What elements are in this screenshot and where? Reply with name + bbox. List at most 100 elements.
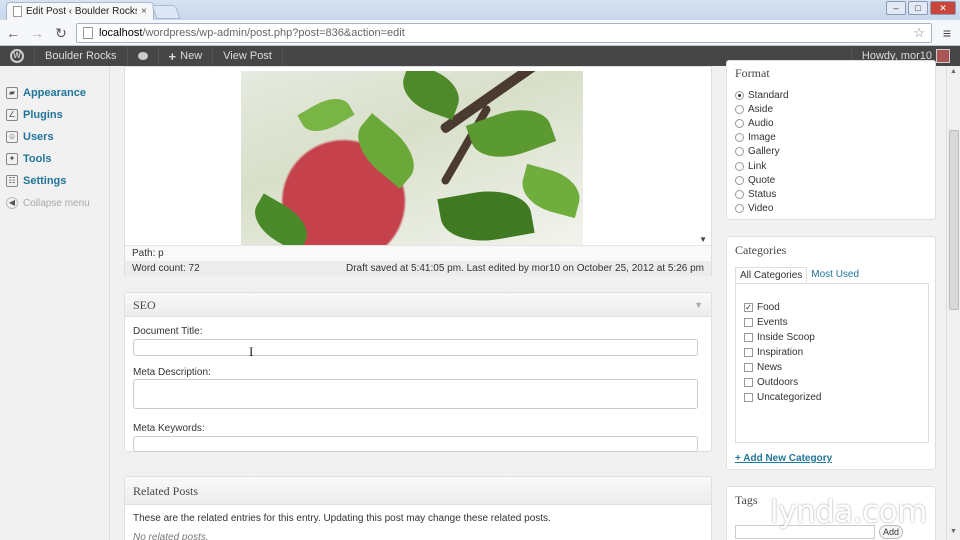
new-content-button[interactable]: + New — [159, 46, 214, 66]
menu-label: Settings — [23, 175, 67, 187]
checkbox[interactable] — [744, 363, 753, 372]
word-count: Word count: 72 — [132, 263, 200, 274]
format-option-image[interactable]: Image — [727, 131, 935, 145]
format-option-aside[interactable]: Aside — [727, 102, 935, 116]
radio-button[interactable] — [735, 204, 744, 214]
browser-tab[interactable]: Edit Post ‹ Boulder Rocks — × — [6, 2, 154, 20]
checkbox[interactable]: ✓ — [744, 303, 753, 312]
toggle-arrow-icon[interactable]: ▼ — [694, 293, 703, 317]
radio-button[interactable] — [735, 161, 744, 171]
menu-item-tools[interactable]: ✦ Tools — [0, 148, 109, 170]
url-text[interactable]: localhost/wordpress/wp-admin/post.php?po… — [99, 27, 907, 39]
menu-item-plugins[interactable]: ∠ Plugins — [0, 104, 109, 126]
leaf-shape — [246, 193, 316, 245]
category-label: Inside Scoop — [757, 332, 815, 343]
meta-description-label: Meta Description: — [133, 367, 211, 378]
radio-button[interactable] — [735, 175, 744, 185]
category-food[interactable]: ✓ Food — [744, 300, 928, 315]
menu-item-appearance[interactable]: ▰ Appearance — [0, 82, 109, 104]
meta-description-textarea[interactable] — [133, 379, 698, 409]
format-option-gallery[interactable]: Gallery — [727, 145, 935, 159]
minimize-button[interactable]: – — [886, 1, 906, 15]
category-inside-scoop[interactable]: Inside Scoop — [744, 330, 928, 345]
format-option-link[interactable]: Link — [727, 159, 935, 173]
radio-button[interactable] — [735, 189, 744, 199]
radio-button[interactable] — [735, 133, 744, 143]
wp-logo-button[interactable]: W — [0, 46, 35, 66]
format-option-status[interactable]: Status — [727, 187, 935, 201]
tab-all-categories[interactable]: All Categories — [735, 267, 808, 283]
scroll-down-icon[interactable]: ▼ — [950, 528, 957, 535]
url-host: localhost — [99, 26, 143, 39]
browser-menu-icon[interactable]: ≡ — [938, 25, 956, 41]
format-option-standard[interactable]: Standard — [727, 88, 935, 102]
format-option-video[interactable]: Video — [727, 202, 935, 216]
browser-tabbar: Edit Post ‹ Boulder Rocks — × – □ ✕ — [0, 0, 960, 20]
category-uncategorized[interactable]: Uncategorized — [744, 390, 928, 405]
checkbox[interactable] — [744, 348, 753, 357]
tab-most-used[interactable]: Most Used — [807, 267, 863, 283]
plugins-icon: ∠ — [6, 109, 18, 121]
view-post-link[interactable]: View Post — [213, 46, 283, 66]
text-cursor-icon: I — [249, 344, 254, 359]
radio-button[interactable] — [735, 104, 744, 114]
collapse-label: Collapse menu — [23, 197, 90, 209]
leaf-shape — [395, 71, 467, 121]
radio-label: Status — [748, 188, 777, 200]
radio-button[interactable] — [735, 90, 744, 100]
radio-button[interactable] — [735, 118, 744, 128]
checkbox[interactable] — [744, 318, 753, 327]
category-outdoors[interactable]: Outdoors — [744, 375, 928, 390]
radio-label: Image — [748, 132, 776, 144]
scroll-up-icon[interactable]: ▲ — [950, 68, 957, 75]
forward-icon[interactable]: → — [28, 24, 46, 42]
comments-button[interactable] — [128, 46, 159, 66]
category-inspiration[interactable]: Inspiration — [744, 345, 928, 360]
radio-label: Quote — [748, 174, 776, 186]
format-title[interactable]: Format — [727, 61, 935, 85]
category-news[interactable]: News — [744, 360, 928, 375]
checkbox[interactable] — [744, 378, 753, 387]
menu-item-users[interactable]: ☺ Users — [0, 126, 109, 148]
menu-item-settings[interactable]: ☷ Settings — [0, 170, 109, 192]
categories-title[interactable]: Categories — [727, 237, 935, 263]
plus-icon: + — [168, 48, 177, 64]
editor-canvas[interactable]: ▼ — [125, 67, 711, 245]
radio-button[interactable] — [735, 147, 744, 157]
post-editor[interactable]: ▼ Path: p Word count: 72 Draft saved at … — [124, 66, 712, 276]
category-events[interactable]: Events — [744, 315, 928, 330]
bookmark-star-icon[interactable]: ☆ — [913, 25, 925, 41]
meta-keywords-input[interactable] — [133, 436, 698, 452]
editor-scroll-down-icon[interactable]: ▼ — [699, 235, 707, 244]
category-label: Events — [757, 317, 788, 328]
address-bar[interactable]: localhost/wordpress/wp-admin/post.php?po… — [76, 22, 932, 43]
site-name-link[interactable]: Boulder Rocks — [35, 46, 128, 66]
apple-photo[interactable] — [241, 71, 583, 245]
close-window-button[interactable]: ✕ — [930, 1, 956, 15]
collapse-menu-button[interactable]: ◀ Collapse menu — [0, 192, 109, 214]
tab-close-icon[interactable]: × — [141, 6, 147, 17]
editor-path-bar: Path: p — [125, 245, 711, 261]
category-checklist: ✓ Food Events Inside Scoop Inspiration Ne… — [735, 283, 929, 443]
categories-metabox: Categories All Categories Most Used ✓ Foo… — [726, 236, 936, 470]
radio-label: Gallery — [748, 146, 780, 158]
checkbox[interactable] — [744, 333, 753, 342]
reload-icon[interactable]: ↻ — [52, 24, 70, 42]
leaf-shape — [346, 113, 426, 189]
checkbox[interactable] — [744, 393, 753, 402]
scrollbar-thumb[interactable] — [949, 130, 959, 310]
back-icon[interactable]: ← — [4, 24, 22, 42]
radio-label: Standard — [748, 89, 789, 101]
document-title-input[interactable] — [133, 339, 698, 356]
category-label: Inspiration — [757, 347, 804, 358]
format-option-audio[interactable]: Audio — [727, 116, 935, 130]
page-scrollbar[interactable]: ▲ ▼ — [946, 66, 960, 540]
related-posts-header[interactable]: Related Posts — [125, 477, 711, 505]
add-new-category-link[interactable]: + Add New Category — [735, 453, 832, 464]
format-option-quote[interactable]: Quote — [727, 173, 935, 187]
seo-header[interactable]: SEO ▼ — [125, 293, 711, 317]
avatar — [936, 49, 950, 63]
radio-label: Audio — [748, 117, 774, 129]
new-tab-button[interactable] — [151, 5, 181, 19]
maximize-button[interactable]: □ — [908, 1, 928, 15]
